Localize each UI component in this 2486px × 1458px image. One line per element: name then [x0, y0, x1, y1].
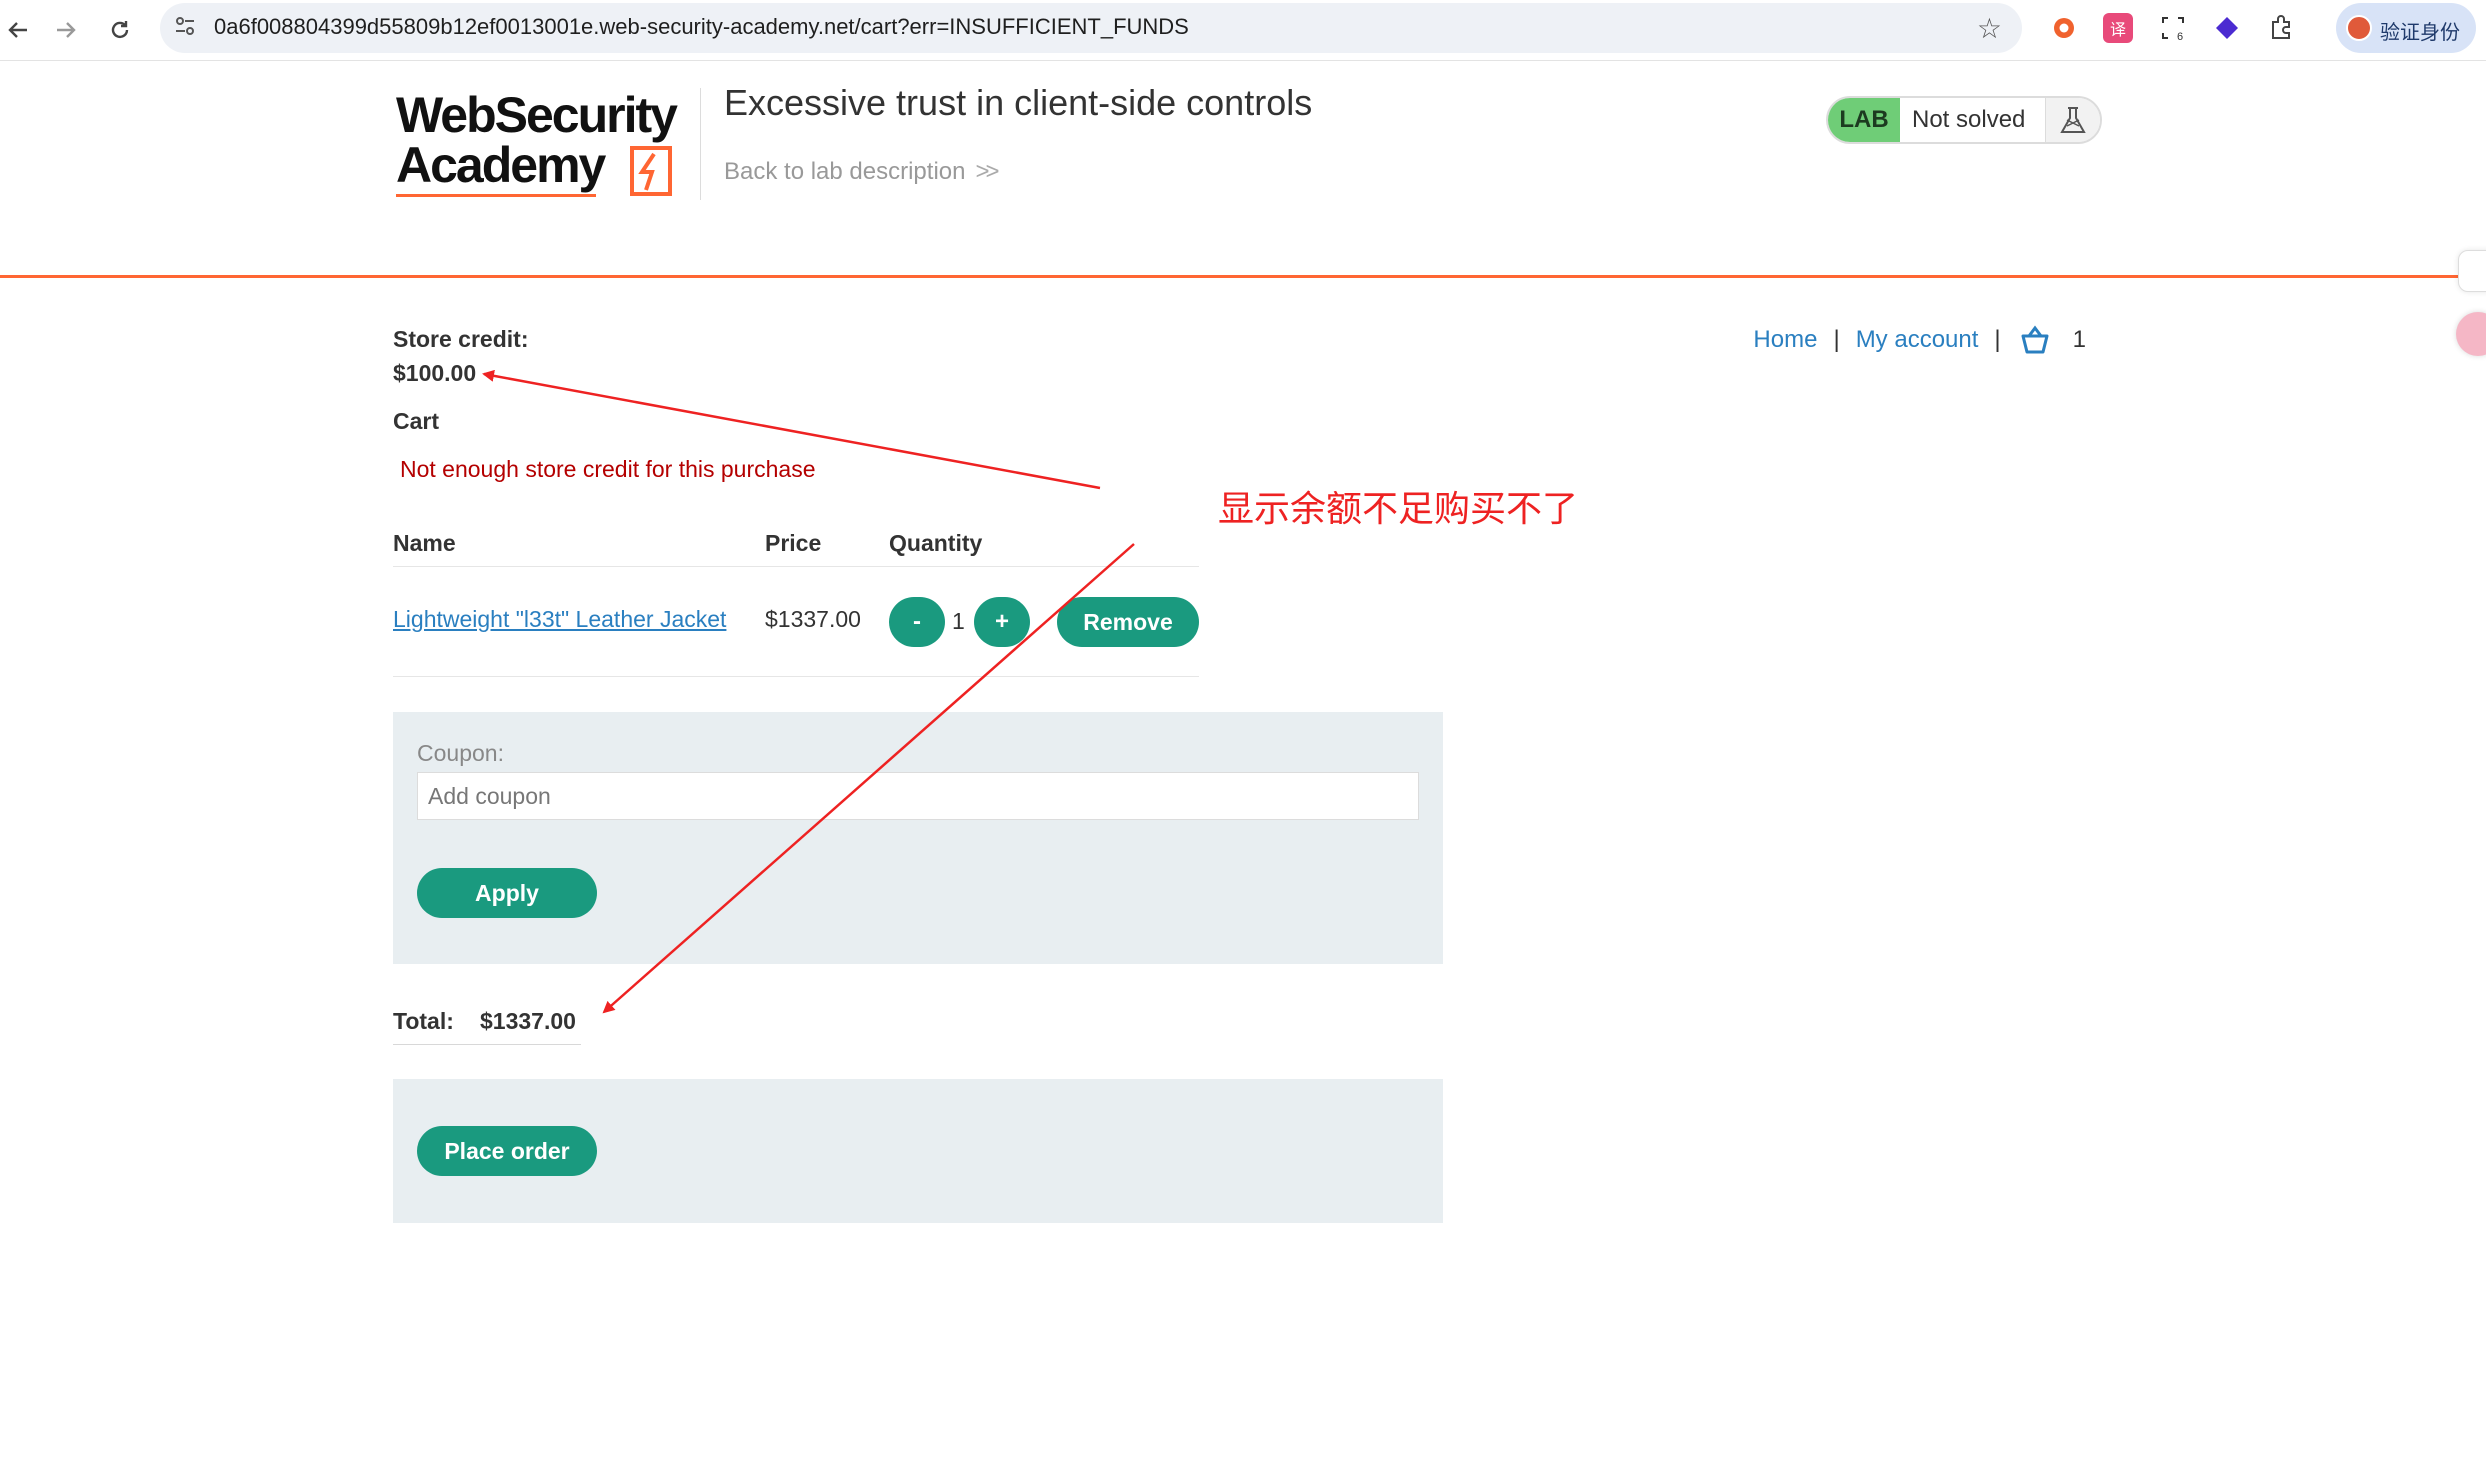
remove-button[interactable]: Remove [1057, 597, 1199, 647]
header-divider [700, 88, 701, 200]
forward-button[interactable] [48, 12, 84, 48]
total-value: $1337.00 [480, 1008, 576, 1034]
cart-heading: Cart [393, 408, 440, 434]
flask-icon [2045, 98, 2100, 142]
store-credit-label: Store credit: [393, 326, 529, 352]
logo-line-2: Academy [396, 137, 606, 193]
lab-title: Excessive trust in client-side controls [724, 82, 1313, 123]
home-link[interactable]: Home [1753, 326, 1817, 354]
coupon-label: Coupon: [417, 740, 504, 766]
url-text[interactable]: 0a6f008804399d55809b12ef0013001e.web-sec… [214, 14, 1189, 40]
logo-underline [396, 194, 596, 197]
profile-label: 验证身份 [2380, 22, 2460, 44]
column-header-price: Price [765, 530, 822, 556]
sidebar-widget-icon[interactable] [2458, 250, 2486, 292]
site-info-icon[interactable] [172, 15, 198, 41]
double-chevron-right-icon: >> [975, 158, 999, 185]
apply-coupon-button[interactable]: Apply [417, 868, 597, 918]
store-nav: Home | My account | 1 [1753, 324, 2086, 356]
nav-separator: | [1994, 326, 2001, 353]
coupon-panel: Coupon: Apply [393, 712, 1443, 964]
place-order-button[interactable]: Place order [417, 1126, 597, 1176]
annotation-text: 显示余额不足购买不了 [1218, 488, 1579, 529]
product-link[interactable]: Lightweight "l33t" Leather Jacket [393, 606, 726, 633]
profile-button[interactable]: 验证身份 [2336, 3, 2476, 53]
back-to-lab-description-link[interactable]: Back to lab description >> [724, 158, 1000, 186]
store-credit-value: $100.00 [393, 360, 477, 386]
product-price: $1337.00 [765, 606, 861, 632]
extension-screenshot-icon[interactable]: 6 [2158, 13, 2188, 43]
total-rule [393, 1044, 581, 1045]
column-header-quantity: Quantity [889, 530, 983, 556]
cart-icon[interactable] [2017, 324, 2053, 356]
extension-translate-icon[interactable]: 译 [2103, 13, 2133, 43]
logo-lightning-icon [630, 146, 672, 196]
table-footer-rule [393, 676, 1199, 677]
reload-icon [111, 21, 129, 39]
extension-orange-circle-icon[interactable] [2049, 13, 2079, 43]
my-account-link[interactable]: My account [1856, 326, 1979, 354]
quantity-value: 1 [952, 608, 965, 634]
bookmark-star-icon[interactable]: ☆ [1977, 12, 2002, 45]
avatar [2346, 15, 2372, 41]
logo-line-1: WebSecurity [396, 87, 678, 143]
web-security-academy-logo[interactable]: WebSecurity Academy [396, 90, 696, 202]
svg-text:6: 6 [2177, 31, 2183, 41]
table-header-rule [393, 566, 1199, 567]
decrease-quantity-button[interactable]: - [889, 597, 945, 647]
floating-assistant-icon[interactable] [2456, 312, 2486, 356]
address-bar[interactable]: 0a6f008804399d55809b12ef0013001e.web-sec… [160, 3, 2022, 53]
coupon-input[interactable] [417, 772, 1419, 820]
extensions-puzzle-icon[interactable] [2266, 13, 2296, 43]
nav-separator: | [1833, 326, 1840, 353]
insufficient-funds-error: Not enough store credit for this purchas… [400, 456, 816, 482]
browser-toolbar: 0a6f008804399d55809b12ef0013001e.web-sec… [0, 0, 2486, 61]
arrow-right-icon [57, 22, 76, 38]
lab-status-badge: LAB Not solved [1826, 96, 2102, 144]
arrow-left-icon [8, 22, 27, 38]
column-header-name: Name [393, 530, 456, 556]
back-button[interactable] [0, 12, 36, 48]
increase-quantity-button[interactable]: + [974, 597, 1030, 647]
cart-count: 1 [2072, 326, 2086, 353]
total-label: Total: [393, 1008, 454, 1034]
lab-status-text: Not solved [1912, 106, 2026, 133]
lab-label: LAB [1828, 98, 1900, 142]
header-rule [0, 275, 2470, 278]
reload-button[interactable] [102, 12, 138, 48]
back-link-label: Back to lab description [724, 158, 966, 185]
place-order-panel: Place order [393, 1079, 1443, 1223]
extension-diamond-icon[interactable] [2212, 13, 2242, 43]
